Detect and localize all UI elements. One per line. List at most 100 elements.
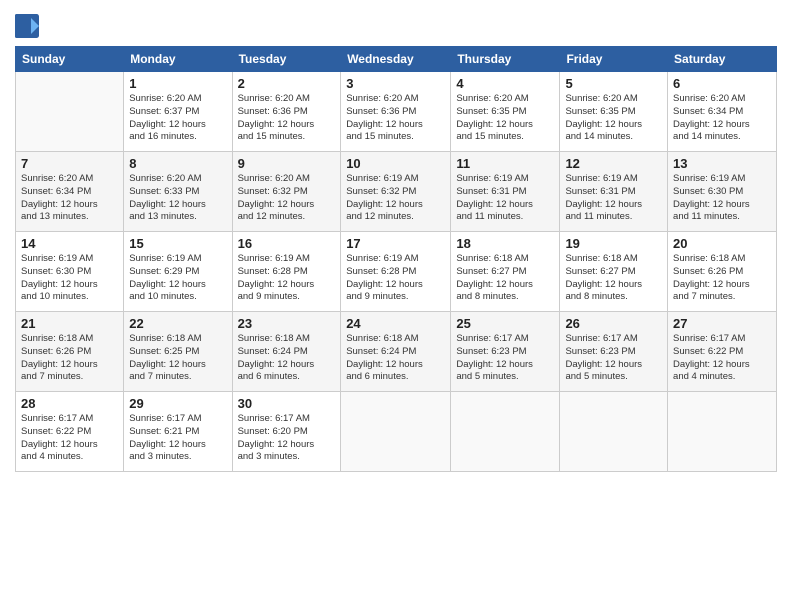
calendar-cell [668, 392, 777, 472]
daylight-text: Daylight: 12 hours [673, 199, 771, 212]
daylight-text: and 11 minutes. [456, 211, 554, 224]
calendar-cell: 3Sunrise: 6:20 AMSunset: 6:36 PMDaylight… [341, 72, 451, 152]
calendar-cell: 6Sunrise: 6:20 AMSunset: 6:34 PMDaylight… [668, 72, 777, 152]
daylight-text: Daylight: 12 hours [346, 279, 445, 292]
calendar-cell: 12 Sunrise: 6:19 AMSunset: 6:31 PMDayligh… [560, 152, 668, 232]
calendar-cell: 7Sunrise: 6:20 AMSunset: 6:34 PMDaylight… [16, 152, 124, 232]
day-number: 20 [673, 236, 771, 251]
daylight-text: Daylight: 12 hours [565, 279, 662, 292]
week-row: 7Sunrise: 6:20 AMSunset: 6:34 PMDaylight… [16, 152, 777, 232]
sunset-text: Sunset: 6:29 PM [129, 266, 226, 279]
sunset-text: Sunset: 6:22 PM [673, 346, 771, 359]
page-container: SundayMondayTuesdayWednesdayThursdayFrid… [0, 0, 792, 612]
day-info: Sunrise: 6:17 AMSunset: 6:21 PMDaylight:… [129, 413, 226, 464]
week-row: 1Sunrise: 6:20 AMSunset: 6:37 PMDaylight… [16, 72, 777, 152]
calendar-cell: 16Sunrise: 6:19 AMSunset: 6:28 PMDayligh… [232, 232, 341, 312]
daylight-text: Daylight: 12 hours [456, 359, 554, 372]
daylight-text: Daylight: 12 hours [129, 199, 226, 212]
logo-icon [15, 14, 39, 38]
sunrise-text: Sunrise: 6:20 AM [238, 173, 336, 186]
day-number: 27 [673, 316, 771, 331]
day-info: Sunrise: 6:18 AMSunset: 6:24 PMDaylight:… [346, 333, 445, 384]
calendar-cell: 14Sunrise: 6:19 AMSunset: 6:30 PMDayligh… [16, 232, 124, 312]
col-header-monday: Monday [124, 47, 232, 72]
sunrise-text: Sunrise: 6:19 AM [346, 173, 445, 186]
daylight-text: and 10 minutes. [129, 291, 226, 304]
daylight-text: and 5 minutes. [565, 371, 662, 384]
day-number: 22 [129, 316, 226, 331]
calendar-cell [560, 392, 668, 472]
calendar-cell [451, 392, 560, 472]
col-header-friday: Friday [560, 47, 668, 72]
daylight-text: Daylight: 12 hours [238, 199, 336, 212]
sunrise-text: Sunrise: 6:19 AM [565, 173, 662, 186]
sunset-text: Sunset: 6:22 PM [21, 426, 118, 439]
calendar-cell: 19Sunrise: 6:18 AMSunset: 6:27 PMDayligh… [560, 232, 668, 312]
daylight-text: Daylight: 12 hours [456, 199, 554, 212]
daylight-text: Daylight: 12 hours [238, 359, 336, 372]
day-info: Sunrise: 6:17 AMSunset: 6:22 PMDaylight:… [21, 413, 118, 464]
day-number: 12 [565, 156, 662, 171]
daylight-text: and 11 minutes. [673, 211, 771, 224]
sunrise-text: Sunrise: 6:20 AM [129, 173, 226, 186]
daylight-text: and 9 minutes. [346, 291, 445, 304]
sunrise-text: Sunrise: 6:18 AM [456, 253, 554, 266]
sunset-text: Sunset: 6:35 PM [565, 106, 662, 119]
day-info: Sunrise: 6:19 AMSunset: 6:31 PMDaylight:… [565, 173, 662, 224]
sunrise-text: Sunrise: 6:19 AM [21, 253, 118, 266]
sunset-text: Sunset: 6:23 PM [565, 346, 662, 359]
day-number: 1 [129, 76, 226, 91]
sunset-text: Sunset: 6:37 PM [129, 106, 226, 119]
day-number: 23 [238, 316, 336, 331]
sunrise-text: Sunrise: 6:20 AM [238, 93, 336, 106]
day-info: Sunrise: 6:19 AMSunset: 6:28 PMDaylight:… [238, 253, 336, 304]
daylight-text: Daylight: 12 hours [673, 119, 771, 132]
week-row: 28Sunrise: 6:17 AMSunset: 6:22 PMDayligh… [16, 392, 777, 472]
day-number: 11 [456, 156, 554, 171]
day-number: 10 [346, 156, 445, 171]
daylight-text: Daylight: 12 hours [346, 199, 445, 212]
daylight-text: and 4 minutes. [673, 371, 771, 384]
calendar-cell: 24Sunrise: 6:18 AMSunset: 6:24 PMDayligh… [341, 312, 451, 392]
sunset-text: Sunset: 6:34 PM [673, 106, 771, 119]
day-number: 9 [238, 156, 336, 171]
sunset-text: Sunset: 6:20 PM [238, 426, 336, 439]
day-number: 8 [129, 156, 226, 171]
daylight-text: and 8 minutes. [565, 291, 662, 304]
day-info: Sunrise: 6:20 AMSunset: 6:37 PMDaylight:… [129, 93, 226, 144]
daylight-text: and 6 minutes. [238, 371, 336, 384]
day-number: 7 [21, 156, 118, 171]
daylight-text: Daylight: 12 hours [129, 359, 226, 372]
day-info: Sunrise: 6:17 AMSunset: 6:23 PMDaylight:… [456, 333, 554, 384]
sunset-text: Sunset: 6:35 PM [456, 106, 554, 119]
daylight-text: and 12 minutes. [238, 211, 336, 224]
day-number: 26 [565, 316, 662, 331]
daylight-text: and 16 minutes. [129, 131, 226, 144]
day-info: Sunrise: 6:19 AMSunset: 6:31 PMDaylight:… [456, 173, 554, 224]
day-info: Sunrise: 6:18 AMSunset: 6:26 PMDaylight:… [21, 333, 118, 384]
sunset-text: Sunset: 6:27 PM [565, 266, 662, 279]
day-info: Sunrise: 6:18 AMSunset: 6:25 PMDaylight:… [129, 333, 226, 384]
day-info: Sunrise: 6:17 AMSunset: 6:20 PMDaylight:… [238, 413, 336, 464]
daylight-text: Daylight: 12 hours [129, 119, 226, 132]
day-number: 5 [565, 76, 662, 91]
calendar-cell: 30Sunrise: 6:17 AMSunset: 6:20 PMDayligh… [232, 392, 341, 472]
logo [15, 14, 41, 38]
sunrise-text: Sunrise: 6:19 AM [238, 253, 336, 266]
week-row: 14Sunrise: 6:19 AMSunset: 6:30 PMDayligh… [16, 232, 777, 312]
daylight-text: Daylight: 12 hours [129, 279, 226, 292]
daylight-text: Daylight: 12 hours [346, 119, 445, 132]
calendar-cell: 20Sunrise: 6:18 AMSunset: 6:26 PMDayligh… [668, 232, 777, 312]
sunrise-text: Sunrise: 6:20 AM [129, 93, 226, 106]
day-info: Sunrise: 6:20 AMSunset: 6:33 PMDaylight:… [129, 173, 226, 224]
sunrise-text: Sunrise: 6:18 AM [129, 333, 226, 346]
daylight-text: and 3 minutes. [238, 451, 336, 464]
sunrise-text: Sunrise: 6:18 AM [346, 333, 445, 346]
day-info: Sunrise: 6:19 AMSunset: 6:29 PMDaylight:… [129, 253, 226, 304]
calendar-cell [341, 392, 451, 472]
sunset-text: Sunset: 6:25 PM [129, 346, 226, 359]
col-header-saturday: Saturday [668, 47, 777, 72]
sunset-text: Sunset: 6:36 PM [346, 106, 445, 119]
day-info: Sunrise: 6:19 AMSunset: 6:30 PMDaylight:… [21, 253, 118, 304]
sunrise-text: Sunrise: 6:20 AM [673, 93, 771, 106]
